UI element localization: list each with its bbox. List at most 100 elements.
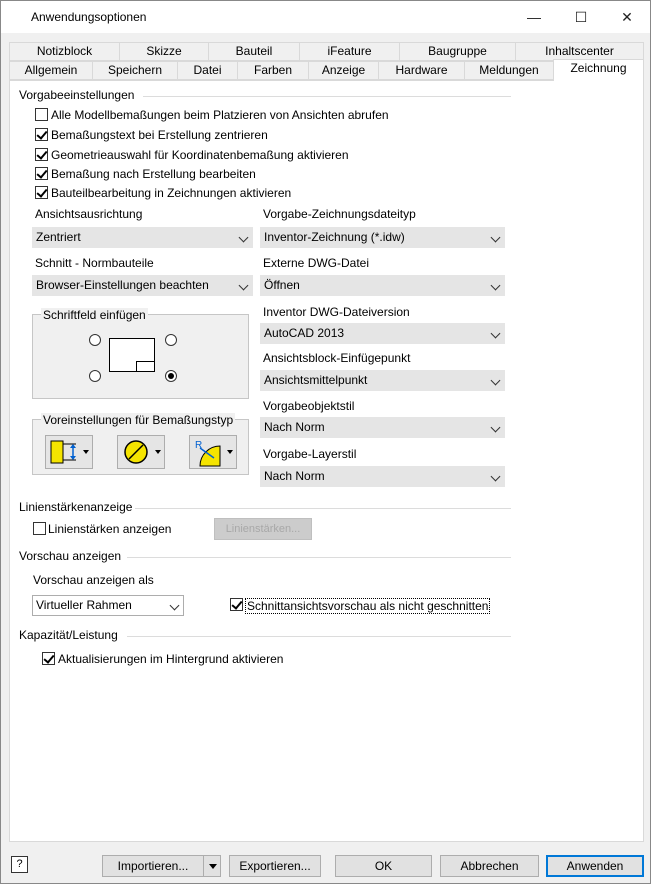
- default-layer-style-select[interactable]: Nach Norm: [260, 466, 505, 487]
- section-standard-value: Browser-Einstellungen beachten: [36, 278, 209, 292]
- defaults-group-line: [143, 96, 511, 97]
- external-dwg-label: Externe DWG-Datei: [263, 256, 370, 270]
- line-weight-group-line: [135, 508, 511, 509]
- tab-skizze[interactable]: Skizze: [119, 42, 209, 61]
- chevron-down-icon: [490, 422, 501, 433]
- dimension-presets-label: Voreinstellungen für Bemaßungstyp: [41, 413, 236, 427]
- tab-speichern[interactable]: Speichern: [92, 61, 178, 80]
- minimize-button[interactable]: —: [511, 1, 557, 33]
- default-layer-style-value: Nach Norm: [264, 469, 325, 483]
- show-line-weights-label: Linienstärken anzeigen: [48, 522, 172, 536]
- center-dimension-text-checkbox[interactable]: [35, 128, 48, 141]
- edit-dimension-label: Bemaßung nach Erstellung bearbeiten: [51, 167, 256, 181]
- chevron-down-icon: [490, 280, 501, 291]
- drawing-file-type-label: Vorgabe-Zeichnungsdateityp: [263, 207, 416, 221]
- cancel-button[interactable]: Abbrechen: [440, 855, 539, 877]
- title-bar: Anwendungsoptionen — ☐ ✕: [1, 1, 650, 33]
- section-standard-label: Schnitt - Normbauteile: [35, 256, 154, 270]
- tab-bauteil[interactable]: Bauteil: [208, 42, 300, 61]
- tab-datei[interactable]: Datei: [177, 61, 238, 80]
- dwg-version-label: Inventor DWG-Dateiversion: [263, 305, 410, 319]
- chevron-down-icon: [490, 375, 501, 386]
- sheet-preview-icon: [109, 338, 155, 372]
- apply-button[interactable]: Anwenden: [546, 855, 644, 877]
- tab-hardware[interactable]: Hardware: [378, 61, 465, 80]
- chevron-down-icon: [490, 328, 501, 339]
- tab-allgemein[interactable]: Allgemein: [9, 61, 93, 80]
- title-block-bottom-left-radio[interactable]: [89, 370, 101, 382]
- preview-group-line: [127, 557, 511, 558]
- radius-dimension-icon: R: [195, 440, 233, 467]
- preview-as-label: Vorschau anzeigen als: [33, 573, 154, 587]
- view-alignment-label: Ansichtsausrichtung: [35, 207, 143, 221]
- view-block-insertion-label: Ansichtsblock-Einfügepunkt: [263, 351, 411, 365]
- tab-farben[interactable]: Farben: [237, 61, 309, 80]
- application-options-dialog: Anwendungsoptionen — ☐ ✕ Notizblock Skiz…: [0, 0, 651, 884]
- import-button[interactable]: Importieren...: [102, 855, 204, 877]
- title-block-top-left-radio[interactable]: [89, 334, 101, 346]
- ordinate-geometry-label: Geometrieauswahl für Koordinatenbemaßung…: [51, 148, 349, 162]
- dwg-version-select[interactable]: AutoCAD 2013: [260, 323, 505, 344]
- view-alignment-select[interactable]: Zentriert: [32, 227, 253, 248]
- title-block-label: Schriftfeld einfügen: [41, 308, 148, 322]
- background-updates-label: Aktualisierungen im Hintergrund aktivier…: [58, 652, 284, 666]
- edit-dimension-checkbox[interactable]: [35, 167, 48, 180]
- section-preview-label: Schnittansichtsvorschau als nicht geschn…: [245, 598, 491, 614]
- preview-group-label: Vorschau anzeigen: [19, 549, 122, 563]
- linear-dimension-icon: [50, 440, 89, 464]
- chevron-down-icon: [490, 471, 501, 482]
- title-block-bottom-right-radio[interactable]: [165, 370, 177, 382]
- maximize-button[interactable]: ☐: [558, 1, 604, 33]
- view-alignment-value: Zentriert: [36, 230, 81, 244]
- external-dwg-select[interactable]: Öffnen: [260, 275, 505, 296]
- help-icon[interactable]: ?: [11, 856, 28, 873]
- ordinate-geometry-checkbox[interactable]: [35, 148, 48, 161]
- show-line-weights-checkbox[interactable]: [33, 522, 46, 535]
- preview-as-select[interactable]: Virtueller Rahmen: [32, 595, 184, 616]
- radius-dimension-preset-button[interactable]: R: [189, 435, 237, 469]
- dropdown-arrow-icon: [209, 864, 217, 869]
- retrieve-dimensions-label: Alle Modellbemaßungen beim Platzieren vo…: [51, 108, 389, 122]
- import-dropdown-button[interactable]: [203, 855, 221, 877]
- window-title: Anwendungsoptionen: [31, 10, 147, 24]
- chevron-down-icon: [238, 232, 249, 243]
- line-weight-group-label: Linienstärkenanzeige: [19, 500, 133, 514]
- tab-ifeature[interactable]: iFeature: [299, 42, 400, 61]
- title-block-preview-icon: [136, 361, 155, 372]
- close-button[interactable]: ✕: [604, 1, 650, 33]
- ok-button[interactable]: OK: [335, 855, 432, 877]
- tab-baugruppe[interactable]: Baugruppe: [399, 42, 516, 61]
- diameter-dimension-preset-button[interactable]: [117, 435, 165, 469]
- external-dwg-value: Öffnen: [264, 278, 300, 292]
- export-button[interactable]: Exportieren...: [229, 855, 321, 877]
- defaults-group-label: Vorgabeeinstellungen: [19, 88, 135, 102]
- dwg-version-value: AutoCAD 2013: [264, 326, 345, 340]
- view-block-insertion-select[interactable]: Ansichtsmittelpunkt: [260, 370, 505, 391]
- tab-anzeige[interactable]: Anzeige: [308, 61, 379, 80]
- section-standard-select[interactable]: Browser-Einstellungen beachten: [32, 275, 253, 296]
- chevron-down-icon: [238, 280, 249, 291]
- default-layer-style-label: Vorgabe-Layerstil: [263, 447, 357, 461]
- capacity-group-label: Kapazität/Leistung: [19, 628, 118, 642]
- tab-meldungen[interactable]: Meldungen: [464, 61, 554, 80]
- drawing-file-type-value: Inventor-Zeichnung (*.idw): [264, 230, 405, 244]
- title-block-top-right-radio[interactable]: [165, 334, 177, 346]
- default-object-style-value: Nach Norm: [264, 420, 325, 434]
- tab-zeichnung[interactable]: Zeichnung: [553, 59, 644, 81]
- default-object-style-select[interactable]: Nach Norm: [260, 417, 505, 438]
- drawing-file-type-select[interactable]: Inventor-Zeichnung (*.idw): [260, 227, 505, 248]
- background-updates-checkbox[interactable]: [42, 652, 55, 665]
- part-modification-checkbox[interactable]: [35, 186, 48, 199]
- line-weights-settings-button[interactable]: Linienstärken...: [214, 518, 312, 540]
- section-preview-checkbox[interactable]: [230, 598, 243, 611]
- center-dimension-text-label: Bemaßungstext bei Erstellung zentrieren: [51, 128, 268, 142]
- tab-notizblock[interactable]: Notizblock: [9, 42, 120, 61]
- chevron-down-icon: [169, 600, 180, 611]
- chevron-down-icon: [490, 232, 501, 243]
- retrieve-dimensions-checkbox[interactable]: [35, 108, 48, 121]
- part-modification-label: Bauteilbearbeitung in Zeichnungen aktivi…: [51, 186, 292, 200]
- preview-as-value: Virtueller Rahmen: [36, 598, 132, 612]
- linear-dimension-preset-button[interactable]: [45, 435, 93, 469]
- default-object-style-label: Vorgabeobjektstil: [263, 399, 355, 413]
- diameter-dimension-icon: [124, 440, 161, 464]
